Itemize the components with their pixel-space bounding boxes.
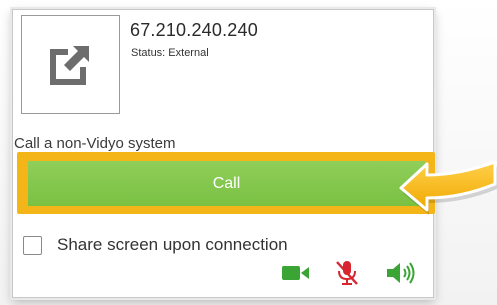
pointer-arrow <box>399 160 497 215</box>
share-screen-label: Share screen upon connection <box>57 235 288 254</box>
speaker-icon <box>387 262 415 284</box>
share-screen-option[interactable]: Share screen upon connection <box>23 235 288 255</box>
contact-status: Status: External <box>131 47 209 59</box>
call-button[interactable]: Call <box>28 161 425 206</box>
microphone-toggle[interactable] <box>335 261 359 285</box>
call-hint-text: Call a non-Vidyo system <box>14 135 176 152</box>
camera-icon <box>282 266 309 280</box>
microphone-muted-icon <box>336 261 358 285</box>
share-screen-checkbox[interactable] <box>23 235 42 255</box>
camera-toggle[interactable] <box>282 262 310 284</box>
speaker-toggle[interactable] <box>386 262 418 284</box>
contact-avatar <box>21 15 120 114</box>
external-link-icon <box>50 43 92 85</box>
contact-name: 67.210.240.240 <box>130 20 258 40</box>
